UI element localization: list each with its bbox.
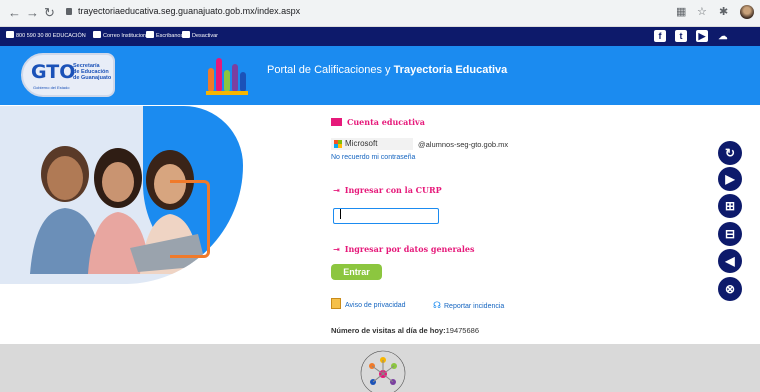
gto-logo[interactable]: GTO Gobierno del Estado Secretaría de Ed…: [21, 53, 115, 97]
equality-seal-icon: [360, 350, 406, 392]
datos-generales-label: Ingresar por datos generales: [344, 244, 475, 254]
mail-icon: [93, 31, 101, 38]
curp-label: Ingresar con la CURP: [344, 185, 442, 195]
facebook-icon[interactable]: f: [654, 30, 666, 42]
microsoft-logo-icon: [334, 140, 342, 148]
logo-dep-line-3: de Guanajuato: [73, 75, 112, 81]
envelope-icon: [331, 118, 342, 126]
star-icon[interactable]: ☆: [697, 5, 707, 18]
pencil-icon: [146, 31, 154, 38]
back-icon[interactable]: ←: [8, 5, 21, 20]
accessibility-icon: [182, 31, 190, 38]
logo-subtext: Gobierno del Estado: [33, 85, 70, 90]
url-text: trayectoriaeducativa.seg.guanajuato.gob.…: [78, 6, 301, 16]
portal-title: Portal de Calificaciones y Trayectoria E…: [267, 64, 507, 76]
microsoft-label: Microsoft: [345, 139, 378, 148]
twitter-icon[interactable]: t: [675, 30, 687, 42]
audio-icon[interactable]: ◀: [718, 249, 742, 273]
forgot-password-link[interactable]: No recuerdo mi contraseña: [331, 154, 415, 161]
portal-title-prefix: Portal de Calificaciones y: [267, 64, 394, 76]
portal-title-bold: Trayectoria Educativa: [393, 64, 508, 76]
report-label: Reportar incidencia: [444, 303, 505, 310]
visit-counter-value: 19475686: [445, 326, 479, 335]
qr-icon[interactable]: ▦: [676, 5, 686, 18]
visit-counter: Número de visitas al día de hoy:19475686: [331, 326, 479, 335]
extensions-icon[interactable]: ✱: [719, 5, 728, 18]
email-domain: @alumnos-seg-gto.gob.mx: [418, 140, 509, 149]
address-bar[interactable]: trayectoriaeducativa.seg.guanajuato.gob.…: [66, 6, 300, 16]
privacy-label: Aviso de privacidad: [345, 302, 406, 309]
privacy-link[interactable]: Aviso de privacidad: [331, 294, 406, 312]
reload-icon[interactable]: ↻: [44, 5, 55, 21]
curp-login-link[interactable]: ⇥ Ingresar con la CURP: [333, 180, 442, 198]
entrar-button[interactable]: Entrar: [331, 264, 382, 280]
logo-department: Secretaría de Educación de Guanajuato: [73, 63, 111, 81]
login-arrow-icon: ⇥: [333, 244, 340, 254]
curp-input[interactable]: [333, 208, 439, 224]
cuenta-educativa-link[interactable]: Cuenta educativa: [331, 112, 425, 130]
login-arrow-icon: ⇥: [333, 185, 340, 195]
phone-link[interactable]: 800 590 30 80 EDUCACIÓN: [6, 31, 86, 39]
microsoft-button[interactable]: Microsoft: [331, 138, 413, 150]
logo-text: GTO: [31, 61, 76, 83]
disable-text: Desactivar: [192, 33, 218, 39]
document-icon: [331, 298, 341, 309]
youtube-icon[interactable]: ▶: [696, 30, 708, 42]
lock-icon: [66, 8, 72, 15]
writers-link[interactable]: Escribanos: [146, 31, 183, 39]
cuenta-educativa-label: Cuenta educativa: [347, 117, 425, 127]
writers-text: Escribanos: [156, 33, 184, 39]
browser-chrome: ← → ↻ trayectoriaeducativa.seg.guanajuat…: [0, 0, 760, 27]
disable-link[interactable]: Desactivar: [182, 31, 218, 39]
headset-icon: ☊: [433, 300, 441, 310]
profile-avatar[interactable]: [740, 5, 754, 19]
zoom-out-icon[interactable]: ⊟: [718, 222, 742, 246]
mail-link[interactable]: Correo Institucional: [93, 31, 150, 39]
visit-counter-label: Número de visitas al día de hoy:: [331, 326, 446, 335]
datos-generales-link[interactable]: ⇥ Ingresar por datos generales: [333, 239, 475, 257]
close-icon[interactable]: ⊗: [718, 277, 742, 301]
phone-icon: [6, 31, 14, 38]
report-incident-link[interactable]: ☊ Reportar incidencia: [433, 295, 504, 313]
forward-icon[interactable]: →: [26, 5, 39, 20]
zoom-in-icon[interactable]: ⊞: [718, 194, 742, 218]
refresh-icon[interactable]: ↻: [718, 141, 742, 165]
mail-text: Correo Institucional: [103, 33, 151, 39]
phone-text: 800 590 30 80 EDUCACIÓN: [16, 33, 86, 39]
play-icon[interactable]: ▶: [718, 167, 742, 191]
trayectoria-logo-icon: [206, 58, 248, 95]
text-cursor: [340, 209, 341, 219]
top-bar: 800 590 30 80 EDUCACIÓN Correo Instituci…: [0, 27, 760, 46]
orange-accent-frame: [170, 180, 210, 258]
cloud-icon[interactable]: ☁: [717, 30, 729, 42]
